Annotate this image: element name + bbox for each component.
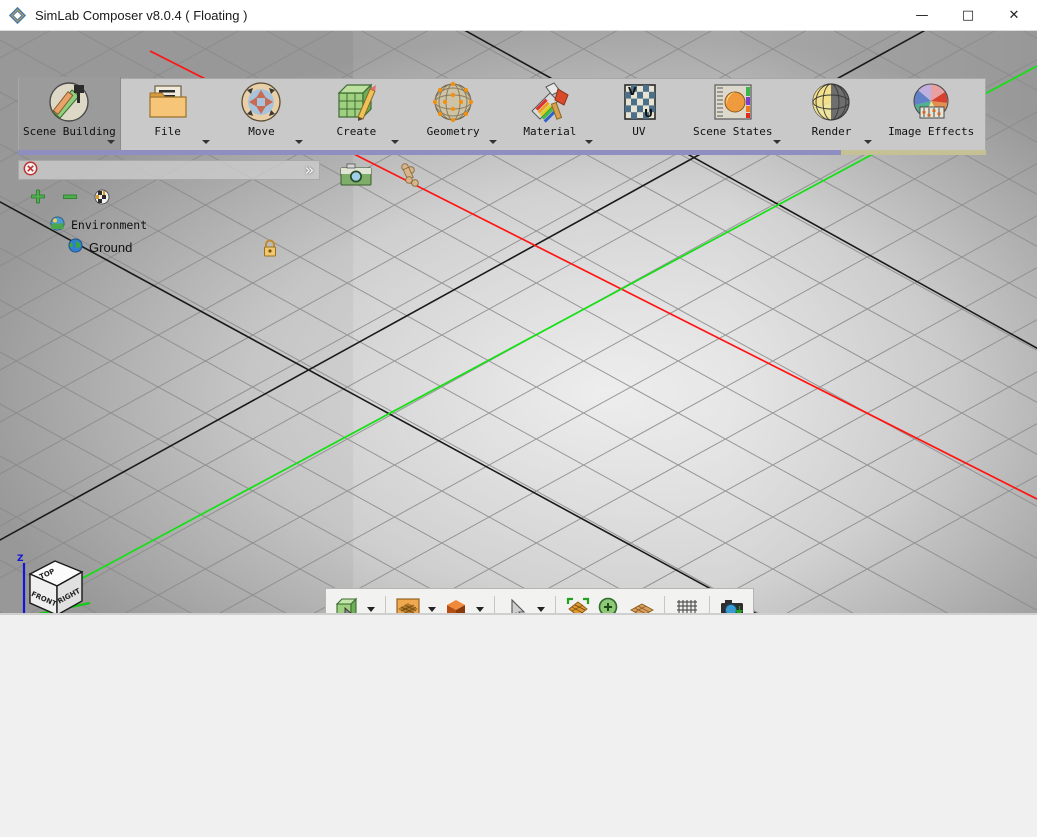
app-logo-icon [9,7,26,24]
solid-cube-display-button[interactable] [441,593,471,613]
chevron-down-icon[interactable] [295,140,303,144]
chevron-down-icon[interactable] [534,593,548,613]
svg-text:U: U [644,107,653,120]
ribbon-tab-label: File [154,125,181,138]
pick-tool-button[interactable] [502,593,532,613]
title-bar: SimLab Composer v8.0.4 ( Floating ) — □ … [0,0,1037,31]
snapshot-button[interactable] [717,593,747,613]
render-sphere-icon [809,81,853,123]
toolbar-separator [709,596,710,613]
face-selection-button[interactable] [393,593,423,613]
uv-checker-icon: V U [617,81,661,123]
ribbon-tab-uv[interactable]: V U UV [598,77,680,150]
fit-selection-button[interactable] [563,593,593,613]
viewport-bottom-toolbar[interactable] [325,588,754,613]
toolbar-separator [555,596,556,613]
chevron-down-icon[interactable] [391,140,399,144]
environment-globe-icon [50,216,65,234]
move-arrows-icon [239,81,283,123]
svg-text:V: V [628,85,637,98]
tree-item-environment[interactable]: Environment [50,214,147,236]
chevron-down-icon[interactable] [489,140,497,144]
ribbon-accent-underline [18,150,986,155]
window-title: SimLab Composer v8.0.4 ( Floating ) [35,8,247,23]
maximize-button[interactable]: □ [945,0,991,31]
ribbon-accent-tail [841,150,986,155]
ribbon-tab-geometry[interactable]: Geometry [404,77,502,150]
chevron-down-icon[interactable] [107,140,115,144]
toolbar-separator [494,596,495,613]
svg-text:Z: Z [17,554,24,564]
ribbon-tab-label: Scene Building [23,125,116,138]
3d-viewport[interactable]: Scene Building File [0,31,1037,613]
plane-tilt-button[interactable] [627,593,657,613]
scene-tree-search-bar[interactable]: » [18,160,320,180]
double-chevron-right-icon[interactable]: » [305,163,314,178]
close-button[interactable]: ✕ [991,0,1037,31]
scene-tree-tools[interactable] [30,189,110,208]
plus-icon[interactable] [30,189,46,208]
ribbon-tab-label: Image Effects [888,125,974,138]
bottom-dock: ✖ ⧉ [0,613,1037,837]
checker-ball-icon[interactable] [94,189,110,208]
minimize-button[interactable]: — [899,0,945,31]
chevron-down-icon[interactable] [364,593,378,613]
ribbon-tab-scene-states[interactable]: Scene States [680,77,786,150]
camera-icon[interactable] [340,162,372,191]
clear-circle-x-icon[interactable] [23,161,38,179]
tree-item-label: Ground [89,240,132,255]
ground-globe-icon [68,238,83,256]
lock-icon [262,239,278,260]
ribbon-tab-label: Scene States [693,125,772,138]
create-cube-pencil-icon [334,81,378,123]
minus-icon[interactable] [62,189,78,208]
ribbon-tab-file[interactable]: File [121,77,215,150]
ribbon-tab-move[interactable]: Move [215,77,309,150]
ribbon-tab-scene-building[interactable]: Scene Building [19,77,121,150]
toolbar-separator [385,596,386,613]
ribbon-tab-create[interactable]: Create [308,77,404,150]
ribbon-tab-label: Material [523,125,576,138]
chevron-down-icon[interactable] [773,140,781,144]
scene-tree-items[interactable]: Environment Ground [50,214,147,258]
ribbon-tab-label: Move [248,125,275,138]
chevron-down-icon[interactable] [202,140,210,144]
ribbon-tab-image-effects[interactable]: Image Effects [877,77,985,150]
scene-building-icon [46,81,92,123]
ribbon-toolbar[interactable]: Scene Building File [18,78,986,151]
mesh-wireframe-button[interactable] [672,593,702,613]
material-brush-icon [528,81,572,123]
chevron-down-icon[interactable] [473,593,487,613]
chevron-down-icon[interactable] [585,140,593,144]
chevron-down-icon[interactable] [425,593,439,613]
ribbon-tab-label: Render [812,125,852,138]
ribbon-tab-material[interactable]: Material [502,77,598,150]
scene-states-icon [711,81,755,123]
zoom-tool-button[interactable] [595,593,625,613]
ribbon-tab-label: Create [336,125,376,138]
geometry-sphere-icon [431,81,475,123]
chevron-down-icon[interactable] [864,140,872,144]
tree-item-label: Environment [71,218,147,232]
file-folder-icon [146,81,190,123]
image-effects-icon [909,81,953,123]
bone-joint-icon[interactable] [398,162,422,191]
tree-item-ground[interactable]: Ground [68,236,147,258]
object-select-mode-button[interactable] [332,593,362,613]
window-controls: — □ ✕ [899,0,1037,31]
toolbar-separator [664,596,665,613]
navigation-cube[interactable]: X Z TOP FRONT RIGHT [12,547,96,613]
ribbon-tab-label: Geometry [427,125,480,138]
ribbon-tab-label: UV [632,125,645,138]
ribbon-tab-render[interactable]: Render [786,77,878,150]
viewport-overlay-icons[interactable] [340,162,422,191]
